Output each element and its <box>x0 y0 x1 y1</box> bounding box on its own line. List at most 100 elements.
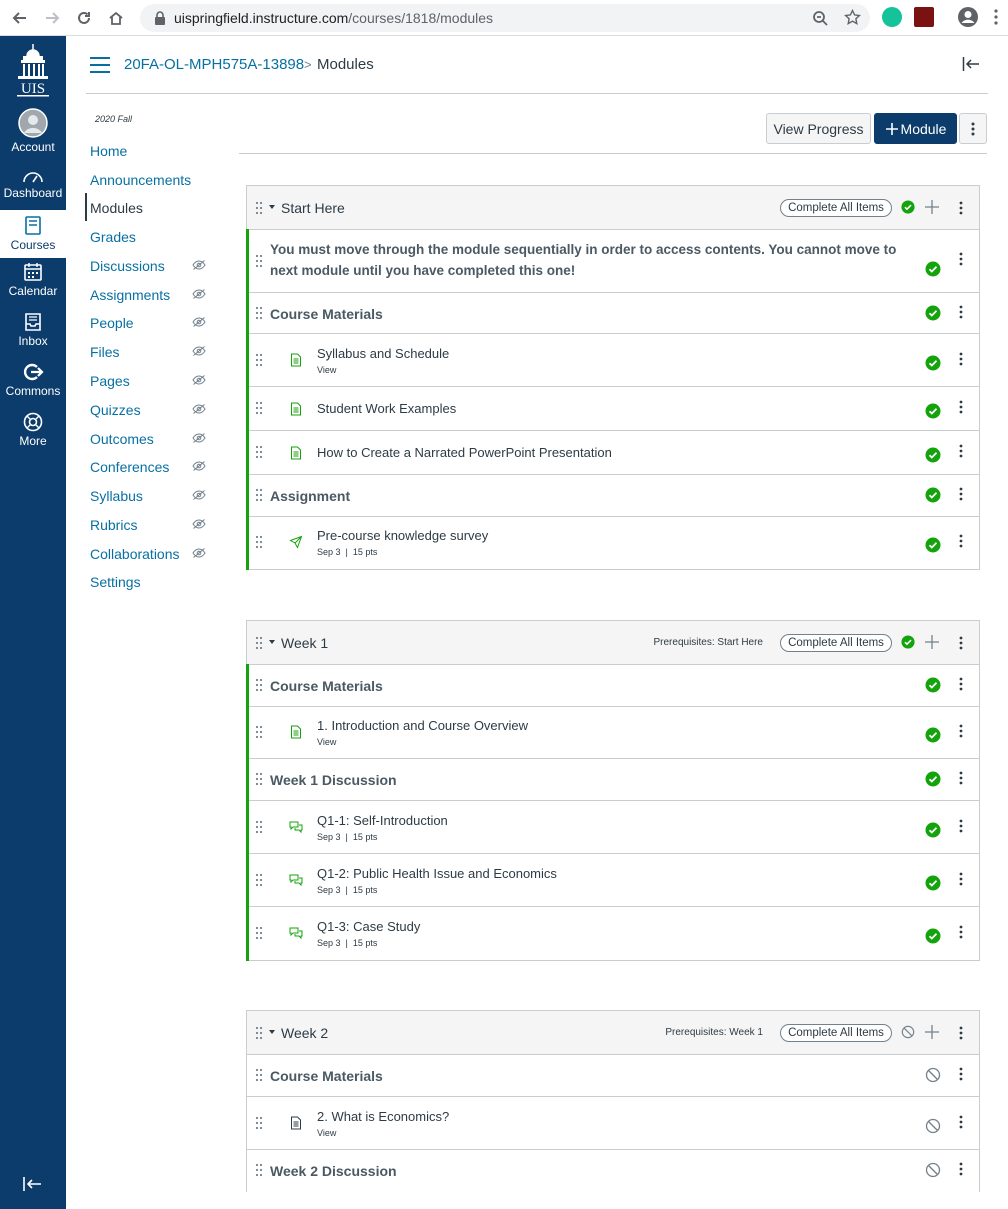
item-options-icon[interactable] <box>959 1067 963 1081</box>
module-item-row[interactable]: Syllabus and Schedule View <box>246 333 979 387</box>
course-nav-files[interactable]: Files <box>90 344 120 360</box>
complete-all-items-button[interactable]: Complete All Items <box>780 199 892 217</box>
module-item-title[interactable]: How to Create a Narrated PowerPoint Pres… <box>317 445 612 460</box>
zoom-icon[interactable] <box>812 10 828 26</box>
item-options-icon[interactable] <box>959 872 963 886</box>
discussion-icon <box>289 821 303 834</box>
course-nav-people[interactable]: People <box>90 315 134 331</box>
address-bar[interactable]: uispringfield.instructure.com/courses/18… <box>140 4 870 32</box>
global-nav-courses[interactable]: Courses <box>0 210 66 258</box>
module-item-row[interactable]: Student Work Examples <box>246 386 979 431</box>
module-options-icon[interactable] <box>959 636 963 650</box>
module-item-row[interactable]: Q1-2: Public Health Issue and Economics S… <box>246 853 979 907</box>
back-icon[interactable] <box>8 6 32 30</box>
module-item-title[interactable]: Q1-2: Public Health Issue and Economics <box>317 866 557 881</box>
global-nav-calendar[interactable]: Calendar <box>0 262 66 302</box>
item-options-icon[interactable] <box>959 305 963 319</box>
course-nav-syllabus[interactable]: Syllabus <box>90 488 143 504</box>
course-nav-home[interactable]: Home <box>90 143 127 159</box>
item-options-icon[interactable] <box>959 677 963 691</box>
active-indicator <box>85 193 87 221</box>
item-options-icon[interactable] <box>959 925 963 939</box>
item-options-icon[interactable] <box>959 487 963 501</box>
grammarly-extension-icon[interactable] <box>882 7 902 27</box>
page-options-button[interactable] <box>959 113 987 144</box>
forward-icon[interactable] <box>40 6 64 30</box>
global-nav-account[interactable]: Account <box>0 108 66 156</box>
course-nav-pages[interactable]: Pages <box>90 373 130 389</box>
module-item-title[interactable]: Syllabus and Schedule <box>317 346 449 361</box>
view-progress-button[interactable]: View Progress <box>766 113 871 144</box>
module-item-title[interactable]: Q1-1: Self-Introduction <box>317 813 448 828</box>
reload-icon[interactable] <box>72 6 96 30</box>
item-options-icon[interactable] <box>959 444 963 458</box>
course-nav-outcomes[interactable]: Outcomes <box>90 431 154 447</box>
module-item-row[interactable]: 2. What is Economics? View <box>247 1097 979 1150</box>
module-item-row[interactable]: How to Create a Narrated PowerPoint Pres… <box>246 430 979 475</box>
term-label: 2020 Fall <box>95 114 133 124</box>
collapse-caret-icon[interactable] <box>269 205 275 209</box>
module-item-title[interactable]: 2. What is Economics? <box>317 1109 449 1124</box>
course-nav-discussions[interactable]: Discussions <box>90 258 165 274</box>
module-item-row[interactable]: Q1-3: Case Study Sep 3 | 15 pts <box>246 906 979 961</box>
global-nav-inbox[interactable]: Inbox <box>0 312 66 352</box>
item-options-icon[interactable] <box>959 252 963 266</box>
course-nav-rubrics[interactable]: Rubrics <box>90 517 137 533</box>
module-header[interactable]: Week 1 Prerequisites: Start Here Complete … <box>247 621 979 665</box>
course-nav-collaborations[interactable]: Collaborations <box>90 546 180 562</box>
drag-handle-icon <box>255 488 263 502</box>
global-nav-more[interactable]: More <box>0 412 66 452</box>
module-item-row[interactable]: Q1-1: Self-Introduction Sep 3 | 15 pts <box>246 800 979 854</box>
module-header[interactable]: Week 2 Prerequisites: Week 1 Complete All … <box>247 1011 979 1055</box>
item-options-icon[interactable] <box>959 400 963 414</box>
subheader-title: Course Materials <box>270 678 383 694</box>
browser-menu-icon[interactable] <box>994 9 998 25</box>
item-options-icon[interactable] <box>959 724 963 738</box>
collapse-caret-icon[interactable] <box>269 1030 275 1034</box>
collapse-nav-icon[interactable] <box>22 1176 42 1192</box>
module-item-title[interactable]: Q1-3: Case Study <box>317 919 420 934</box>
module-options-icon[interactable] <box>959 201 963 215</box>
item-options-icon[interactable] <box>959 771 963 785</box>
add-item-icon[interactable] <box>925 635 939 649</box>
global-nav-dashboard[interactable]: Dashboard <box>0 168 66 208</box>
course-nav-settings[interactable]: Settings <box>90 574 141 590</box>
course-nav-announcements[interactable]: Announcements <box>90 172 191 188</box>
course-nav-modules[interactable]: Modules <box>90 200 143 216</box>
subheader-row: Course Materials <box>246 664 979 707</box>
add-module-button[interactable]: Module <box>874 113 957 144</box>
item-options-icon[interactable] <box>959 534 963 548</box>
module-item-title[interactable]: Student Work Examples <box>317 401 456 416</box>
add-item-icon[interactable] <box>925 1025 939 1039</box>
course-nav-conferences[interactable]: Conferences <box>90 459 169 475</box>
bookmark-star-icon[interactable] <box>844 9 861 26</box>
course-nav-quizzes[interactable]: Quizzes <box>90 402 141 418</box>
item-options-icon[interactable] <box>959 1115 963 1129</box>
uis-logo[interactable]: UIS <box>13 42 53 98</box>
hide-sidebar-icon[interactable] <box>962 56 980 72</box>
pdf-extension-icon[interactable] <box>914 7 934 27</box>
module-options-icon[interactable] <box>959 1026 963 1040</box>
module-item-title[interactable]: 1. Introduction and Course Overview <box>317 718 528 733</box>
complete-all-items-button[interactable]: Complete All Items <box>780 634 892 652</box>
add-item-icon[interactable] <box>925 200 939 214</box>
home-icon[interactable] <box>104 6 128 30</box>
complete-all-items-button[interactable]: Complete All Items <box>780 1024 892 1042</box>
module-item-row[interactable]: Pre-course knowledge survey Sep 3 | 15 pt… <box>246 516 979 570</box>
global-nav-label: Inbox <box>18 334 48 348</box>
profile-icon[interactable] <box>957 6 979 28</box>
item-options-icon[interactable] <box>959 352 963 366</box>
item-options-icon[interactable] <box>959 819 963 833</box>
module-item-row[interactable]: 1. Introduction and Course Overview View <box>246 706 979 759</box>
course-nav-assignments[interactable]: Assignments <box>90 287 170 303</box>
hamburger-menu-icon[interactable] <box>90 57 110 73</box>
global-nav-commons[interactable]: Commons <box>0 362 66 402</box>
module-header[interactable]: Start Here Complete All Items <box>247 186 979 230</box>
collapse-caret-icon[interactable] <box>269 640 275 644</box>
drag-handle-icon <box>255 254 263 268</box>
module-item-title[interactable]: Pre-course knowledge survey <box>317 528 488 543</box>
breadcrumb-course[interactable]: 20FA-OL-MPH575A-13898 <box>124 56 304 73</box>
item-options-icon[interactable] <box>959 1162 963 1176</box>
hidden-eye-icon <box>192 433 206 443</box>
course-nav-grades[interactable]: Grades <box>90 229 136 245</box>
